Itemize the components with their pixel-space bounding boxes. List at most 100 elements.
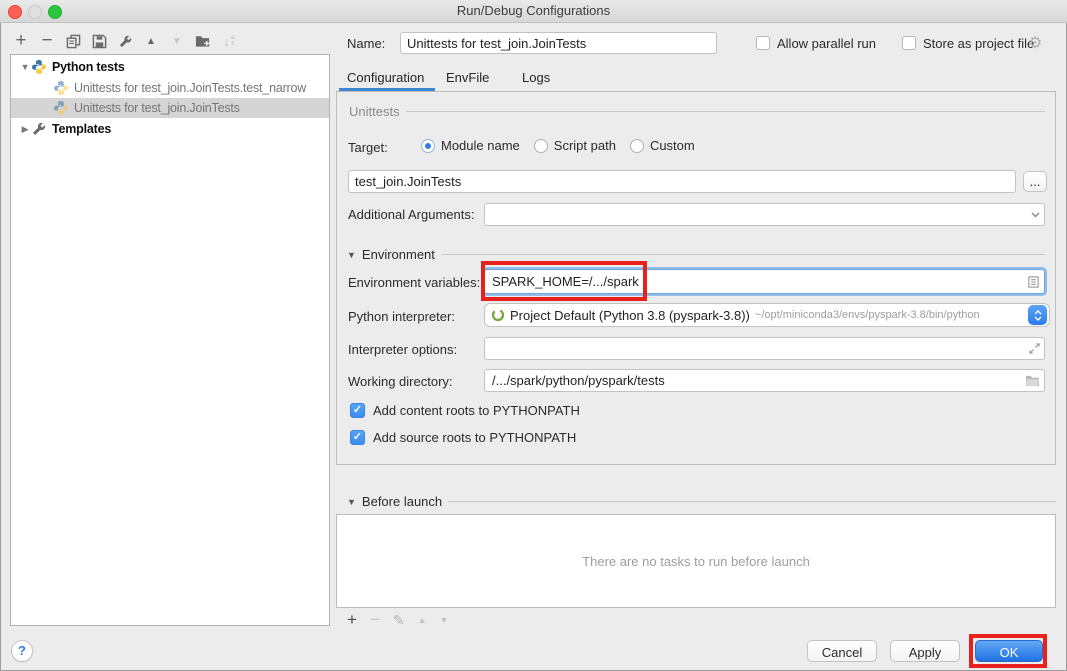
ok-button[interactable]: OK — [975, 640, 1043, 662]
cancel-button[interactable]: Cancel — [807, 640, 877, 662]
target-label: Target: — [348, 140, 388, 155]
environment-variables-label: Environment variables: — [348, 275, 480, 290]
combo-arrows-icon[interactable] — [1028, 305, 1047, 325]
radio-script-path[interactable]: Script path — [534, 138, 616, 153]
allow-parallel-run-label: Allow parallel run — [777, 36, 876, 51]
unittests-group-header: Unittests — [349, 104, 1045, 119]
zoom-traffic-light[interactable] — [48, 5, 62, 19]
tab-logs[interactable]: Logs — [522, 70, 550, 85]
gear-icon[interactable]: ⚙ — [1028, 33, 1042, 53]
environment-variables-input[interactable] — [489, 274, 1027, 289]
before-launch-list[interactable]: There are no tasks to run before launch — [336, 514, 1056, 608]
collapse-triangle-icon[interactable]: ▼ — [19, 62, 31, 72]
new-folder-icon[interactable] — [195, 32, 211, 50]
close-traffic-light[interactable] — [8, 5, 22, 19]
before-launch-header: ▼ Before launch — [347, 494, 1056, 509]
configurations-tree: ▼ Python tests Unittests for test_join.J… — [10, 54, 330, 626]
collapse-triangle-icon[interactable]: ▼ — [347, 250, 356, 260]
expand-field-icon[interactable] — [1029, 343, 1040, 354]
name-input[interactable] — [400, 32, 717, 54]
interpreter-options-label: Interpreter options: — [348, 342, 457, 357]
radio-module-name[interactable]: Module name — [421, 138, 520, 153]
edit-task-icon[interactable]: ✎ — [393, 612, 405, 629]
content-roots-row[interactable]: ✓ Add content roots to PYTHONPATH — [350, 403, 580, 418]
remove-configuration-icon[interactable]: − — [39, 32, 55, 50]
content-roots-checkbox[interactable]: ✓ — [350, 403, 365, 418]
save-configuration-icon[interactable] — [91, 32, 107, 50]
source-roots-checkbox[interactable]: ✓ — [350, 430, 365, 445]
conda-interpreter-icon — [491, 308, 505, 322]
window-title: Run/Debug Configurations — [0, 0, 1067, 22]
interpreter-value: Project Default (Python 3.8 (pyspark-3.8… — [510, 308, 750, 323]
additional-arguments-label: Additional Arguments: — [348, 207, 474, 222]
title-bar: Run/Debug Configurations — [0, 0, 1067, 23]
working-directory-label: Working directory: — [348, 374, 453, 389]
move-task-up-icon[interactable]: ▲ — [418, 615, 427, 625]
radio-icon — [630, 139, 644, 153]
edit-templates-icon[interactable] — [117, 32, 133, 50]
remove-task-icon[interactable]: − — [370, 610, 380, 630]
module-name-input[interactable] — [348, 170, 1016, 193]
divider — [441, 254, 1045, 255]
store-as-project-file-label: Store as project file — [923, 36, 1034, 51]
unittests-group-label: Unittests — [349, 104, 400, 119]
tab-configuration[interactable]: Configuration — [347, 70, 424, 85]
copy-configuration-icon[interactable] — [65, 32, 81, 50]
tree-node-label: Templates — [52, 122, 111, 136]
environment-section-label: Environment — [362, 247, 435, 262]
interpreter-path: ~/opt/miniconda3/envs/pyspark-3.8/bin/py… — [755, 309, 1028, 321]
tree-node-label: Unittests for test_join.JoinTests.test_n… — [74, 81, 306, 95]
working-directory-field[interactable] — [484, 369, 1045, 392]
content-roots-label: Add content roots to PYTHONPATH — [373, 403, 580, 418]
source-roots-label: Add source roots to PYTHONPATH — [373, 430, 576, 445]
tree-node-label: Unittests for test_join.JoinTests — [74, 101, 240, 115]
chevron-down-icon[interactable] — [1031, 212, 1040, 218]
tree-node-templates[interactable]: ▶ Templates — [11, 119, 329, 139]
apply-button[interactable]: Apply — [890, 640, 960, 662]
move-down-icon[interactable]: ▼ — [169, 32, 185, 50]
radio-icon — [421, 139, 435, 153]
collapse-triangle-icon[interactable]: ▼ — [347, 497, 356, 507]
radio-custom[interactable]: Custom — [630, 138, 695, 153]
radio-label: Script path — [554, 138, 616, 153]
python-interpreter-label: Python interpreter: — [348, 309, 455, 324]
configuration-panel: Unittests Target: Module name Script pat… — [336, 91, 1056, 465]
tree-node-label: Python tests — [52, 60, 125, 74]
add-configuration-icon[interactable]: + — [13, 32, 29, 50]
move-task-down-icon[interactable]: ▼ — [440, 615, 449, 625]
interpreter-options-input[interactable] — [489, 341, 1029, 356]
browse-button[interactable]: ... — [1023, 171, 1047, 192]
move-up-icon[interactable]: ▲ — [143, 32, 159, 50]
divider — [406, 111, 1045, 112]
before-launch-toolbar: + − ✎ ▲ ▼ — [347, 611, 448, 629]
tree-node-python-tests[interactable]: ▼ Python tests — [11, 57, 329, 77]
minimize-traffic-light[interactable] — [28, 5, 42, 19]
add-task-icon[interactable]: + — [347, 610, 357, 630]
sort-configurations-icon[interactable]: ↓az — [221, 32, 237, 50]
python-test-icon — [53, 100, 69, 116]
expand-triangle-icon[interactable]: ▶ — [19, 124, 31, 135]
tree-node-test-narrow[interactable]: Unittests for test_join.JoinTests.test_n… — [11, 78, 329, 98]
working-directory-input[interactable] — [489, 373, 1025, 388]
source-roots-row[interactable]: ✓ Add source roots to PYTHONPATH — [350, 430, 576, 445]
name-label: Name: — [347, 36, 385, 51]
tree-node-jointests-selected[interactable]: Unittests for test_join.JoinTests — [11, 98, 329, 118]
store-as-project-file-checkbox[interactable] — [902, 36, 916, 50]
environment-variables-field[interactable] — [484, 269, 1045, 294]
before-launch-empty-text: There are no tasks to run before launch — [582, 554, 810, 569]
additional-arguments-field[interactable] — [484, 203, 1045, 226]
before-launch-label: Before launch — [362, 494, 442, 509]
python-icon — [31, 59, 47, 75]
radio-label: Custom — [650, 138, 695, 153]
configurations-toolbar: + − ▲ ▼ ↓az — [13, 31, 237, 51]
tab-envfile[interactable]: EnvFile — [446, 70, 489, 85]
additional-arguments-input[interactable] — [489, 207, 1031, 222]
interpreter-options-field[interactable] — [484, 337, 1045, 360]
divider — [448, 501, 1056, 502]
help-button[interactable]: ? — [11, 640, 33, 662]
allow-parallel-run-checkbox[interactable] — [756, 36, 770, 50]
python-interpreter-combo[interactable]: Project Default (Python 3.8 (pyspark-3.8… — [484, 303, 1050, 327]
folder-icon[interactable] — [1025, 375, 1040, 387]
radio-icon — [534, 139, 548, 153]
edit-variables-icon[interactable] — [1027, 275, 1040, 289]
